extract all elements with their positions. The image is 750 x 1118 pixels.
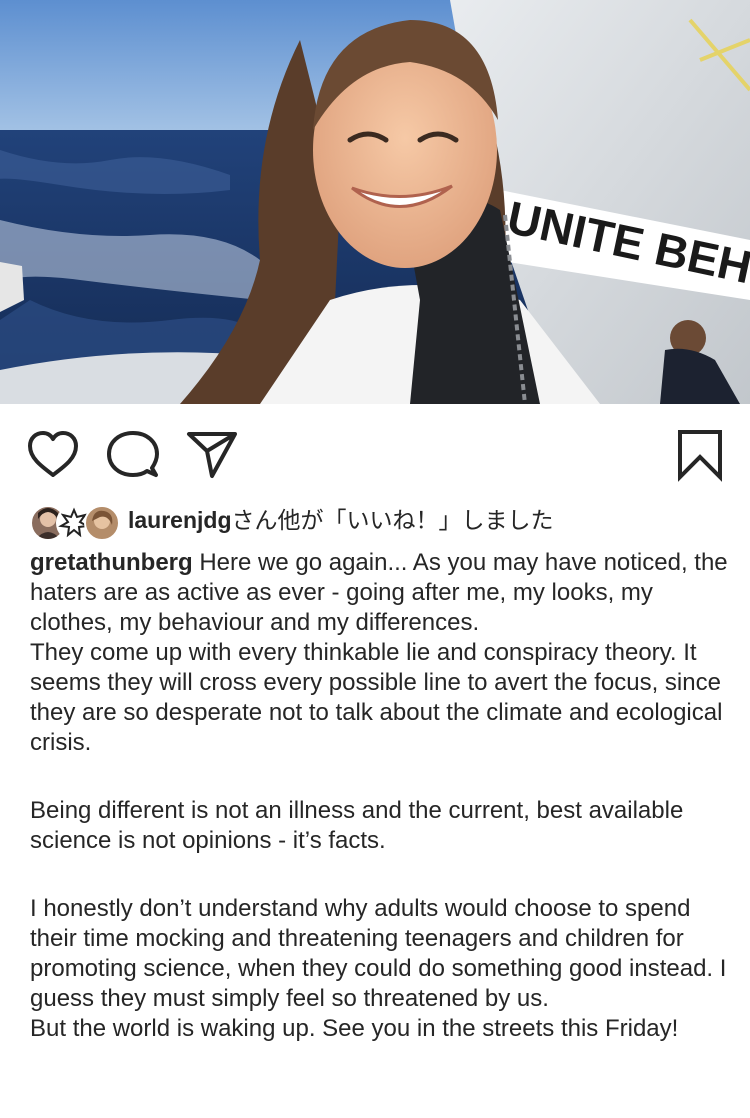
post-action-bar <box>0 404 750 504</box>
avatar <box>84 505 120 541</box>
caption-paragraph: Being different is not an illness and th… <box>30 797 684 854</box>
post-photo-illustration: UNITE BEHI <box>0 0 750 404</box>
bookmark-icon[interactable] <box>673 428 727 482</box>
comment-bubble-icon[interactable] <box>106 428 160 482</box>
paper-plane-icon[interactable] <box>185 428 239 482</box>
author-username[interactable]: gretathunberg <box>30 549 193 576</box>
caption-paragraph: They come up with every thinkable lie an… <box>30 639 723 756</box>
caption-paragraph: But the world is waking up. See you in t… <box>30 1015 679 1042</box>
heart-icon[interactable] <box>26 428 80 482</box>
liked-by-suffix: さん他が「いいね！」しました <box>231 507 554 533</box>
post-photo[interactable]: UNITE BEHI <box>0 0 750 404</box>
post-caption: gretathunberg Here we go again... As you… <box>30 548 730 1044</box>
liked-by-text: laurenjdgさん他が「いいね！」しました <box>128 502 554 538</box>
liker-username[interactable]: laurenjdg <box>128 507 232 533</box>
liked-by-row[interactable]: laurenjdgさん他が「いいね！」しました <box>30 500 554 541</box>
liker-avatars <box>30 502 120 541</box>
caption-paragraph: I honestly don’t understand why adults w… <box>30 895 727 1012</box>
